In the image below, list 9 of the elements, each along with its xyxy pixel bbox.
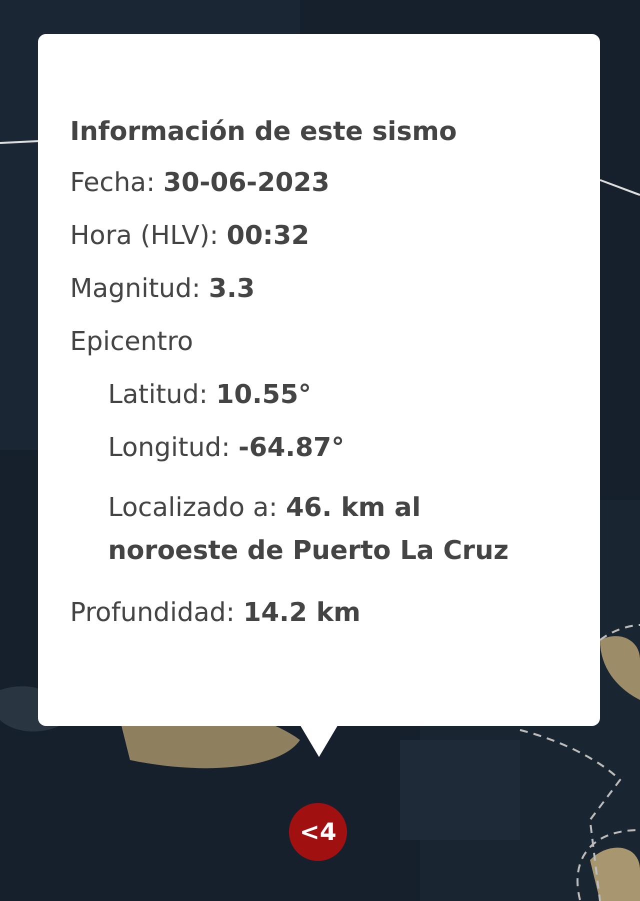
info-line: Fecha: 30-06-2023 [70,167,330,200]
popup-title: Información de este sismo [70,116,457,149]
info-line: Longitud: -64.87° [108,432,344,465]
info-line: Epicentro [70,326,194,359]
info-line: Hora (HLV): 00:32 [70,220,310,253]
info-line: Profundidad: 14.2 km [70,597,361,630]
info-line: Latitud: 10.55° [108,379,312,412]
info-line: Localizado a: 46. km al noroeste de Puerto La Cruz [108,492,510,568]
info-line: Magnitud: 3.3 [70,273,255,306]
